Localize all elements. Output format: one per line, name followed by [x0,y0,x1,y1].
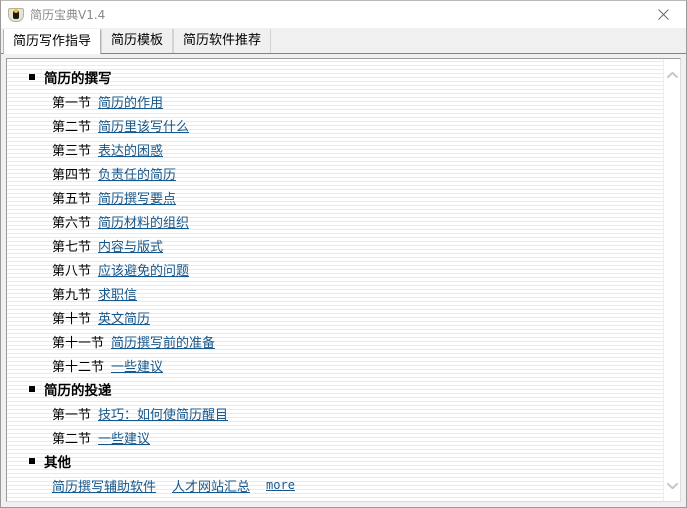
document-view: 简历的撰写 第一节 简历的作用 第二节 简历里该写什么 第三节 表达的困惑 第四… [7,59,680,501]
section-number: 第七节 [52,239,92,255]
tab-label: 简历写作指导 [13,34,92,49]
document-body: 简历的撰写 第一节 简历的作用 第二节 简历里该写什么 第三节 表达的困惑 第四… [7,59,680,497]
list-item: 第二节 简历里该写什么 [7,113,680,137]
section-number: 第三节 [52,143,92,159]
section-link[interactable]: 英文简历 [98,308,150,327]
section-link[interactable]: 一些建议 [98,428,150,447]
section-link[interactable]: 简历撰写前的准备 [111,332,215,351]
tab-resume-software-recommend[interactable]: 简历软件推荐 [173,29,272,53]
section-number: 第二节 [52,119,92,135]
section-number: 第十一节 [52,335,105,351]
tab-label: 简历软件推荐 [183,33,262,48]
list-item: 第七节 内容与版式 [7,233,680,257]
list-item: 第五节 简历撰写要点 [7,185,680,209]
group-heading-label: 简历的投递 [44,383,112,399]
section-link[interactable]: 负责任的简历 [98,164,176,183]
bullet-square-icon [29,386,35,392]
list-item: 第十一节 简历撰写前的准备 [7,329,680,353]
tab-resume-templates[interactable]: 简历模板 [101,29,174,53]
close-icon [658,8,669,20]
section-link[interactable]: 简历材料的组织 [98,212,189,231]
list-item: 第十二节 一些建议 [7,353,680,377]
section-link[interactable]: 应该避免的问题 [98,260,189,279]
list-item: 第一节 简历的作用 [7,89,680,113]
link-resume-helper-software[interactable]: 简历撰写辅助软件 [52,476,156,495]
chevron-down-icon [667,482,678,489]
app-shield-icon [8,7,24,23]
resource-links-row: 简历撰写辅助软件 人才网站汇总 more [7,473,680,497]
window-title: 简历宝典V1.4 [30,7,106,22]
section-link[interactable]: 表达的困惑 [98,140,163,159]
group-heading: 简历的撰写 [7,65,680,89]
section-number: 第六节 [52,215,92,231]
section-number: 第一节 [52,407,92,423]
group-heading: 简历的投递 [7,377,680,401]
bullet-square-icon [29,458,35,464]
chevron-up-icon [667,71,678,78]
section-link[interactable]: 技巧：如何使简历醒目 [98,404,228,423]
section-link[interactable]: 简历的作用 [98,92,163,111]
tab-label: 简历模板 [111,33,164,48]
section-link[interactable]: 简历里该写什么 [98,116,189,135]
scrollbar-track[interactable] [664,83,680,477]
section-number: 第四节 [52,167,92,183]
tab-resume-writing-guide[interactable]: 简历写作指导 [3,29,102,54]
section-number: 第一节 [52,95,92,111]
section-number: 第十节 [52,311,92,327]
title-bar: 简历宝典V1.4 [1,1,686,28]
group-heading-label: 简历的撰写 [44,71,112,87]
link-job-sites-summary[interactable]: 人才网站汇总 [172,476,250,495]
group-heading-label: 其他 [44,455,71,471]
close-button[interactable] [641,1,686,27]
list-item: 第一节 技巧：如何使简历醒目 [7,401,680,425]
section-link[interactable]: 内容与版式 [98,236,163,255]
vertical-scrollbar[interactable] [663,59,680,501]
scroll-down-button[interactable] [664,477,680,494]
link-more[interactable]: more [266,478,295,492]
scroll-up-button[interactable] [664,66,680,83]
section-link[interactable]: 求职信 [98,284,137,303]
list-item: 第六节 简历材料的组织 [7,209,680,233]
section-link[interactable]: 简历撰写要点 [98,188,176,207]
list-item: 第九节 求职信 [7,281,680,305]
section-number: 第九节 [52,287,92,303]
app-window: 简历宝典V1.4 简历写作指导 简历模板 简历软件推荐 简历的撰写 第一节 简历… [0,0,687,508]
list-item: 第二节 一些建议 [7,425,680,449]
bullet-square-icon [29,74,35,80]
list-item: 第四节 负责任的简历 [7,161,680,185]
list-item: 第八节 应该避免的问题 [7,257,680,281]
section-number: 第十二节 [52,359,105,375]
tab-strip: 简历写作指导 简历模板 简历软件推荐 [1,28,686,54]
section-number: 第八节 [52,263,92,279]
section-number: 第二节 [52,431,92,447]
section-number: 第五节 [52,191,92,207]
group-heading: 其他 [7,449,680,473]
list-item: 第十节 英文简历 [7,305,680,329]
content-panel: 简历的撰写 第一节 简历的作用 第二节 简历里该写什么 第三节 表达的困惑 第四… [6,58,681,502]
list-item: 第三节 表达的困惑 [7,137,680,161]
section-link[interactable]: 一些建议 [111,356,163,375]
